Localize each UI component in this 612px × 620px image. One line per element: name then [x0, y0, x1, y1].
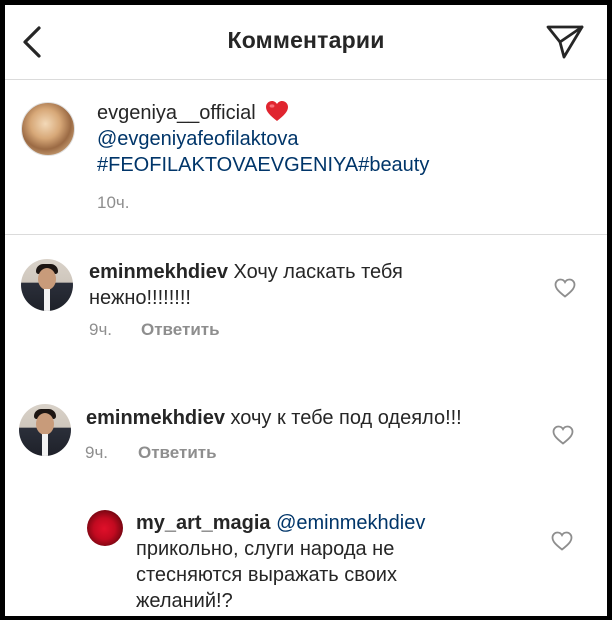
caption-username[interactable]: evgeniya__official: [97, 102, 256, 124]
reply-button[interactable]: Ответить: [138, 443, 217, 463]
caption-mention[interactable]: @evgeniyafeofilaktova: [97, 126, 429, 152]
photo-frame: Комментарии evgeniya__official @evgeniya…: [0, 0, 612, 620]
comment-timestamp: 9ч.: [85, 443, 109, 462]
comment-text: eminmekhdiev Хочу ласкать тебя нежно!!!!…: [89, 259, 403, 311]
heart-outline-icon[interactable]: [554, 278, 576, 298]
caption-hashtags[interactable]: #FEOFILAKTOVAEVGENIYA#beauty: [97, 152, 429, 178]
reply-text: my_art_magia @eminmekhdiev прикольно, сл…: [136, 510, 425, 614]
heart-outline-icon[interactable]: [551, 531, 573, 551]
page-title: Комментарии: [227, 27, 385, 53]
paper-plane-icon: [546, 25, 584, 59]
comment-text: eminmekhdiev хочу к тебе под одеяло!!!: [86, 405, 462, 431]
reply-body-line: стесняются выражать своих: [136, 564, 397, 586]
comment-body-line: нежно!!!!!!!!: [89, 287, 191, 309]
reply-button[interactable]: Ответить: [141, 320, 220, 340]
heart-outline-icon[interactable]: [552, 425, 574, 445]
comment-body-line: хочу к тебе под одеяло!!!: [230, 407, 462, 429]
reply-username[interactable]: my_art_magia: [136, 512, 271, 534]
reply-mention[interactable]: @eminmekhdiev: [276, 512, 425, 534]
comment-body-line: Хочу ласкать тебя: [233, 261, 403, 283]
avatar[interactable]: [21, 259, 73, 311]
reply-body-line: желаний!?: [136, 590, 233, 612]
direct-message-button[interactable]: [545, 23, 585, 61]
header-bar: Комментарии: [5, 5, 607, 80]
comment-timestamp: 9ч.: [89, 320, 113, 339]
comment-username[interactable]: eminmekhdiev: [89, 261, 228, 283]
red-heart-emoji-icon: [266, 101, 289, 121]
caption-text: evgeniya__official @evgeniyafeofilaktova…: [97, 100, 429, 178]
avatar[interactable]: [21, 102, 75, 156]
reply-body-line: прикольно, слуги народа не: [136, 538, 395, 560]
avatar[interactable]: [19, 404, 71, 456]
post-caption: evgeniya__official @evgeniyafeofilaktova…: [5, 80, 607, 235]
caption-timestamp: 10ч.: [97, 193, 130, 212]
comment-username[interactable]: eminmekhdiev: [86, 407, 225, 429]
comments-screen: Комментарии evgeniya__official @evgeniya…: [5, 5, 607, 616]
avatar[interactable]: [87, 510, 123, 546]
